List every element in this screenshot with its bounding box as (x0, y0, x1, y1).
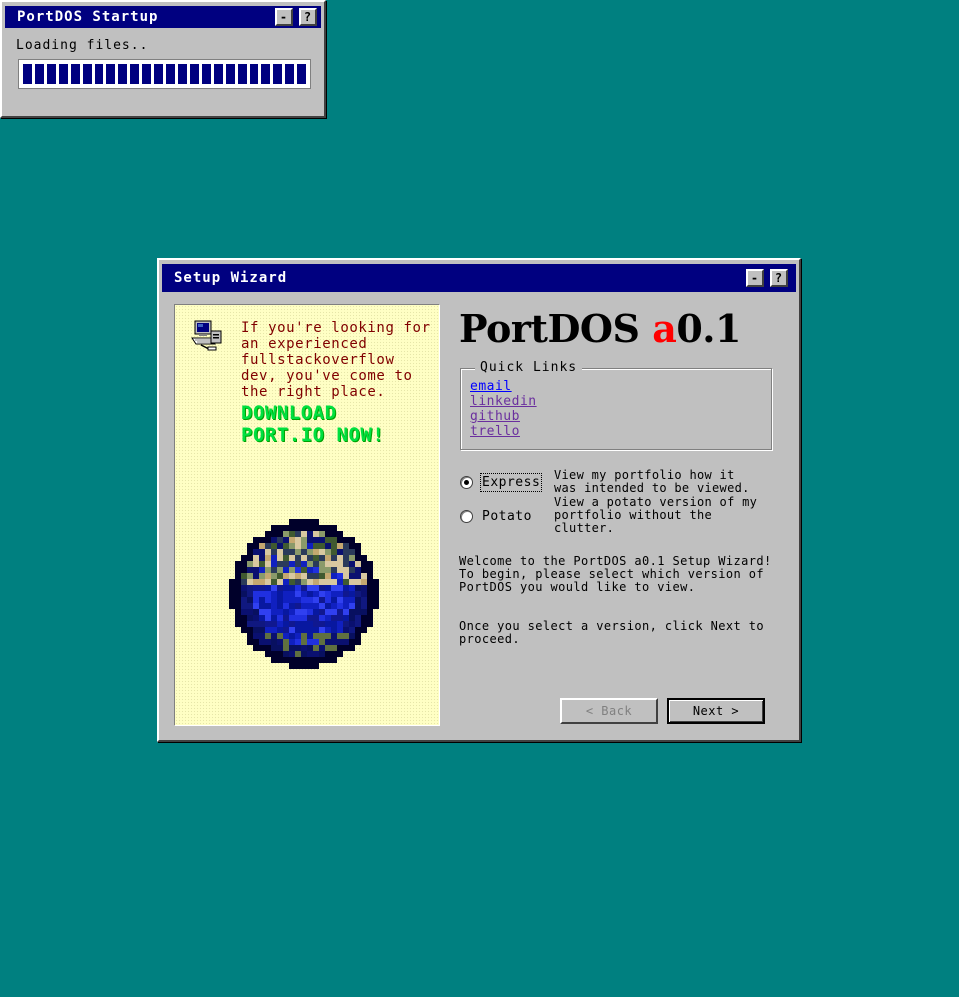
next-button[interactable]: Next > (667, 698, 765, 724)
progress-block (189, 64, 199, 84)
help-button[interactable]: ? (299, 8, 317, 26)
progress-block (34, 64, 44, 84)
progress-block (130, 64, 140, 84)
startup-window: PortDOS Startup - ? Loading files.. (0, 0, 326, 118)
help-button[interactable]: ? (770, 269, 788, 287)
express-description: View my portfolio how it was intended to… (554, 468, 750, 495)
minimize-button[interactable]: - (746, 269, 764, 287)
startup-title: PortDOS Startup (17, 9, 159, 25)
progress-block (142, 64, 152, 84)
back-button[interactable]: < Back (560, 698, 658, 724)
progress-block (82, 64, 92, 84)
link-github[interactable]: github (470, 409, 537, 424)
link-email[interactable]: email (470, 379, 537, 394)
potato-radio[interactable] (460, 510, 473, 523)
setup-wizard-window: Setup Wizard - ? If you're looking for a… (157, 258, 801, 742)
panel-intro-text: If you're looking for an experienced ful… (241, 320, 431, 400)
link-linkedin[interactable]: linkedin (470, 394, 537, 409)
loading-progress-bar (18, 59, 311, 89)
instruction-text: Once you select a version, click Next to… (459, 619, 764, 646)
progress-block (118, 64, 128, 84)
computer-icon (189, 319, 223, 355)
progress-block (261, 64, 271, 84)
progress-block (23, 64, 32, 84)
progress-block (213, 64, 223, 84)
quick-links-legend: Quick Links (475, 360, 583, 375)
progress-block (273, 64, 283, 84)
version-number: 0.1 (676, 306, 741, 351)
progress-block (285, 64, 295, 84)
wizard-title: Setup Wizard (174, 270, 288, 286)
version-prefix: a (652, 306, 677, 351)
progress-block (177, 64, 187, 84)
progress-block (237, 64, 247, 84)
progress-block (46, 64, 56, 84)
panel-download-cta: DOWNLOAD PORT.IO NOW! (241, 402, 385, 446)
progress-block (249, 64, 259, 84)
potato-description: View a potato version of my portfolio wi… (554, 495, 758, 535)
progress-block (225, 64, 235, 84)
globe-icon (229, 519, 379, 673)
minimize-button[interactable]: - (275, 8, 293, 26)
quick-links-group: Quick Links email linkedin github trello (460, 360, 772, 450)
express-radio[interactable] (460, 476, 473, 489)
progress-block (166, 64, 175, 84)
progress-block (58, 64, 68, 84)
product-name: PortDOS (459, 306, 640, 351)
startup-titlebar[interactable]: PortDOS Startup - ? (5, 6, 321, 28)
progress-block (201, 64, 211, 84)
wizard-titlebar[interactable]: Setup Wizard - ? (162, 264, 796, 292)
express-label[interactable]: Express (479, 473, 543, 492)
radio-selected-dot (464, 480, 469, 485)
progress-block (106, 64, 116, 84)
progress-block (297, 64, 307, 84)
progress-block (70, 64, 80, 84)
welcome-text: Welcome to the PortDOS a0.1 Setup Wizard… (459, 554, 772, 594)
link-trello[interactable]: trello (470, 424, 537, 439)
wizard-side-panel: If you're looking for an experienced ful… (174, 304, 440, 726)
loading-status-text: Loading files.. (16, 38, 149, 53)
product-title: PortDOS a0.1 (459, 306, 741, 351)
progress-block (94, 64, 104, 84)
potato-label[interactable]: Potato (482, 509, 532, 524)
progress-block (154, 64, 164, 84)
